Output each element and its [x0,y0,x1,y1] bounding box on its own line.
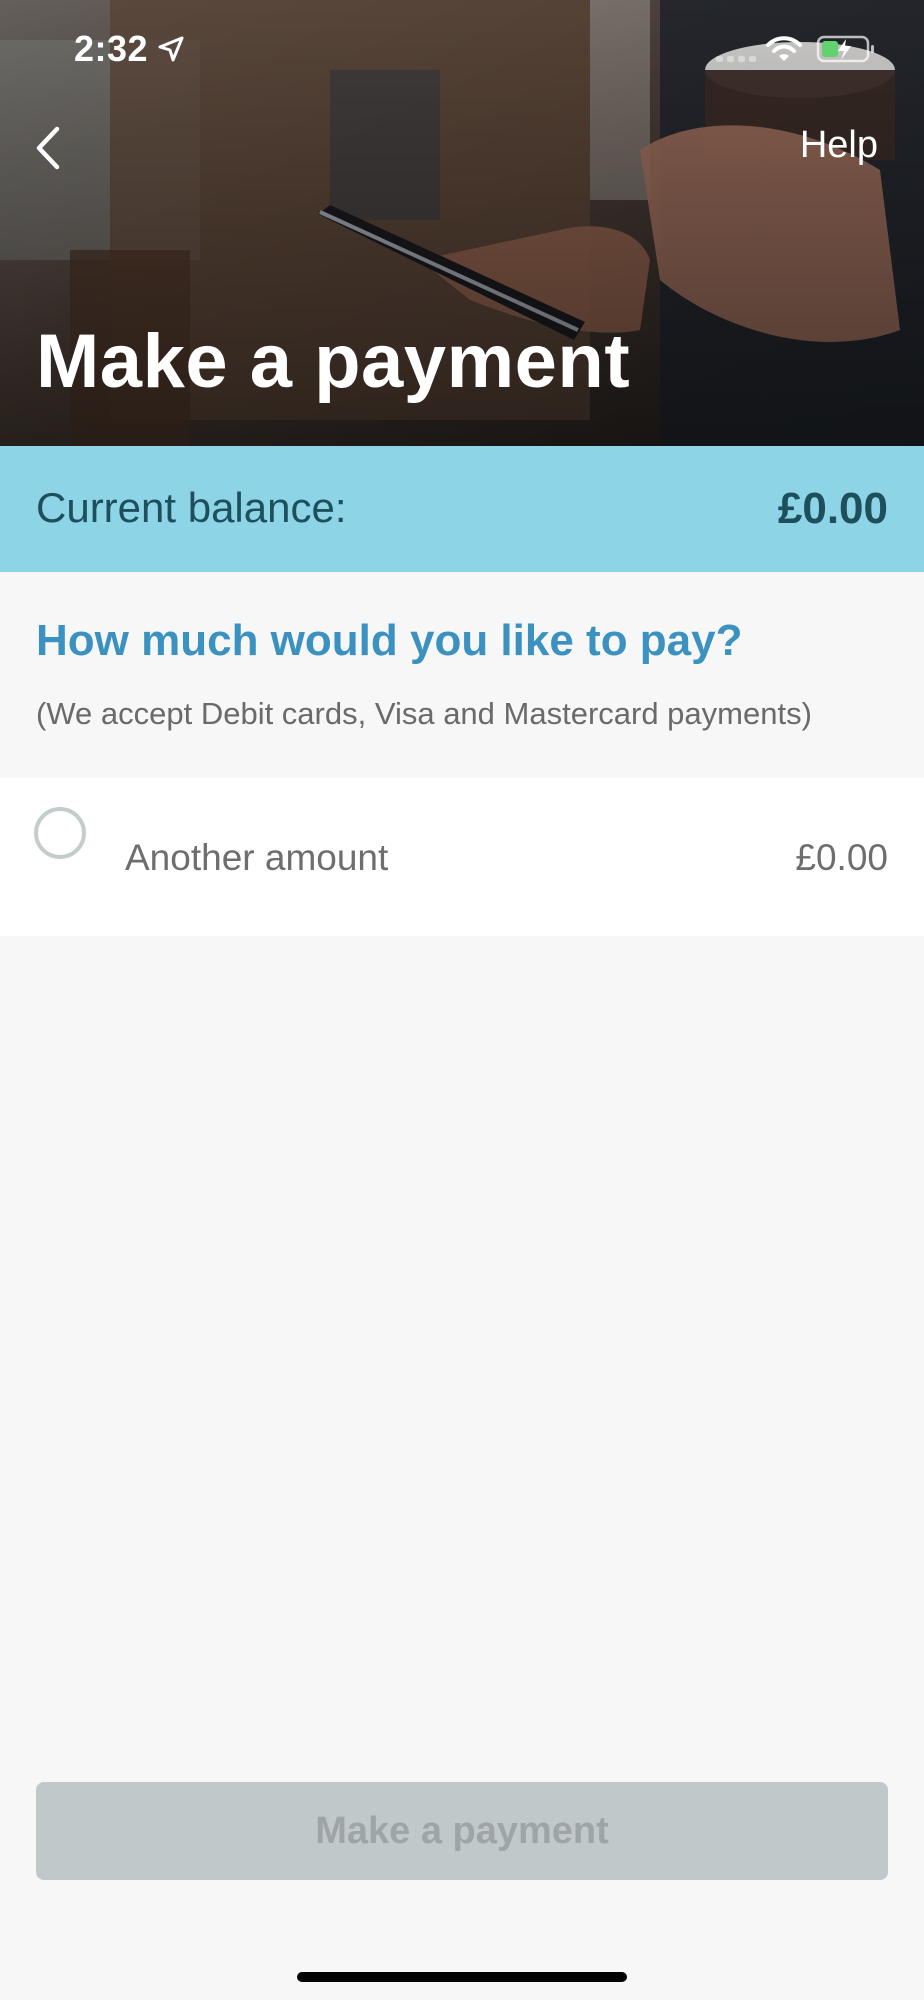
help-link[interactable]: Help [800,124,878,167]
wifi-icon [766,36,802,61]
question-title: How much would you like to pay? [36,616,743,665]
payment-methods-note: (We accept Debit cards, Visa and Masterc… [36,696,812,731]
make-payment-button[interactable]: Make a payment [36,1782,888,1880]
question-block [0,572,924,776]
radio-button[interactable] [34,807,86,859]
status-time: 2:32 [74,28,149,69]
location-arrow-icon [158,36,184,62]
balance-label: Current balance: [36,484,347,531]
back-button[interactable] [18,118,78,178]
home-indicator [297,1972,627,1982]
option-amount: £0.00 [795,837,888,878]
page-title: Make a payment [36,319,631,404]
amount-option-another[interactable]: Another amount £0.00 [0,778,924,936]
cellular-signal-icon [716,56,756,62]
hero-header: 2:32 Help Make a payment [0,0,924,446]
status-bar: 2:32 [0,0,924,100]
balance-value: £0.00 [777,484,888,533]
chevron-left-icon [36,126,60,170]
option-label: Another amount [125,837,389,878]
battery-charging-icon [816,35,874,63]
